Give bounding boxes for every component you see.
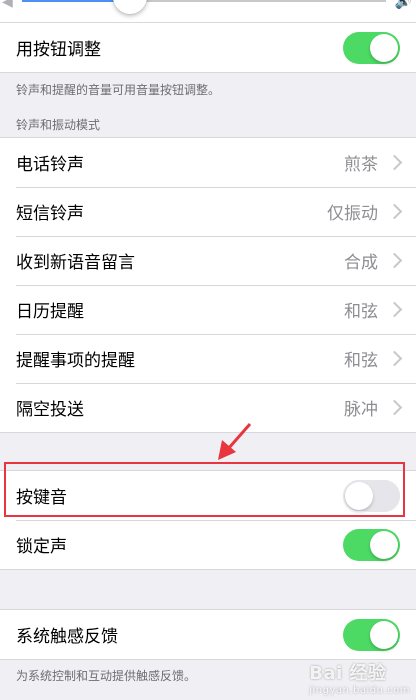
annotation-arrow-icon bbox=[218, 423, 252, 460]
watermark-logo: Bai 经验 jingyan.baidu.com bbox=[309, 659, 410, 696]
watermark-text: Bai 经验 bbox=[309, 663, 387, 684]
watermark-sub: jingyan.baidu.com bbox=[309, 685, 410, 696]
